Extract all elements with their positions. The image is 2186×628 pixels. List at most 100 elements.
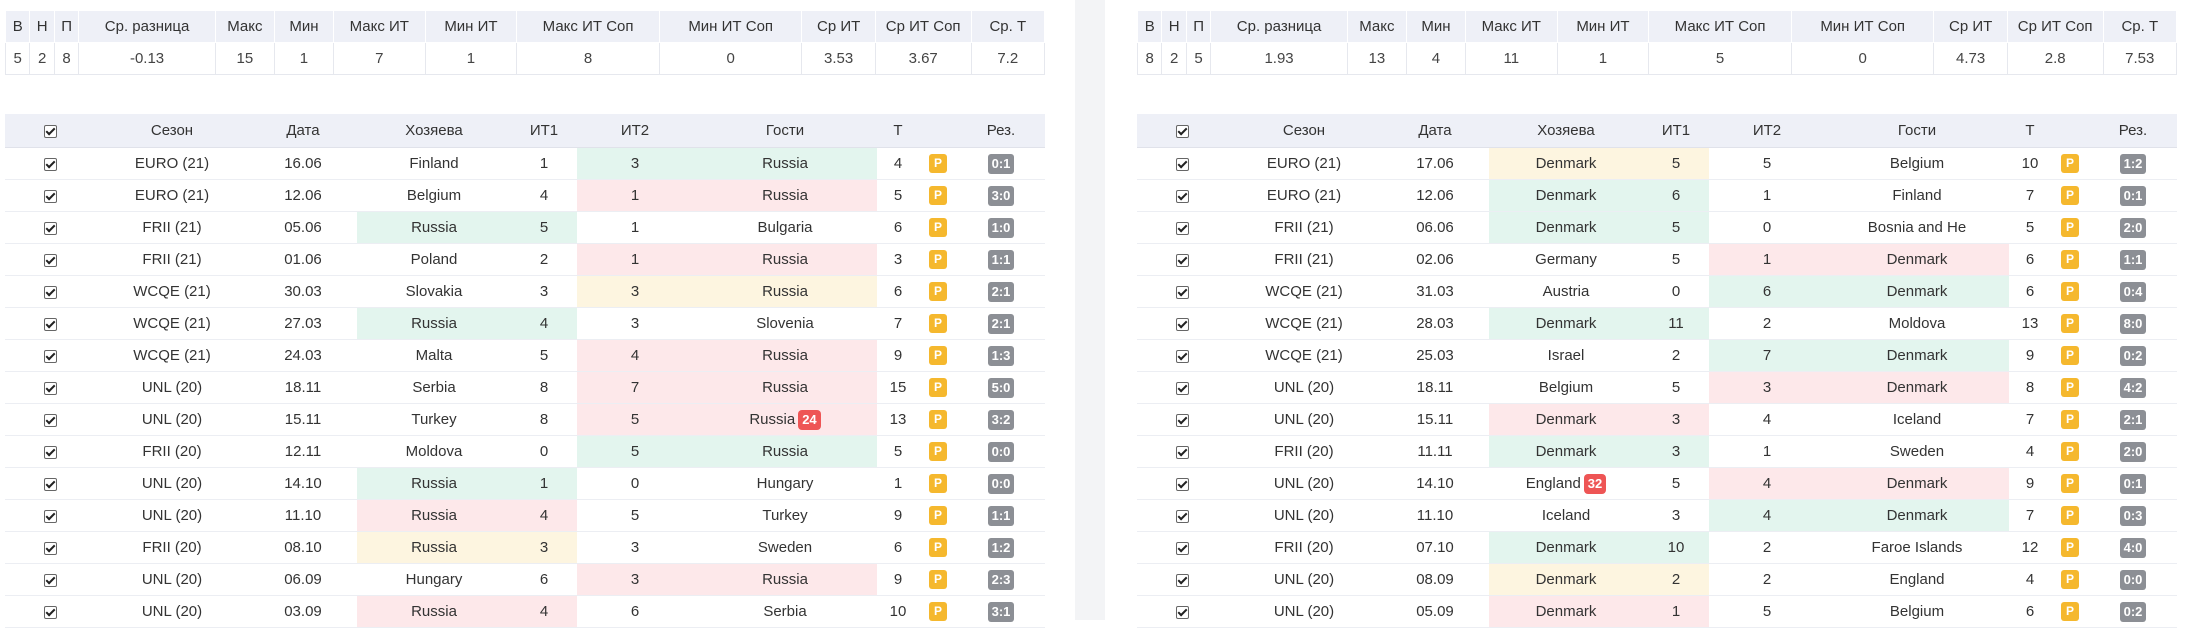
column-header-away[interactable]: Гости bbox=[693, 114, 877, 148]
row-checkbox[interactable] bbox=[1175, 221, 1189, 235]
row-checkbox[interactable] bbox=[43, 221, 57, 235]
row-checkbox[interactable] bbox=[1175, 573, 1189, 587]
p-badge[interactable]: P bbox=[2061, 346, 2079, 365]
row-select-cell[interactable] bbox=[5, 435, 95, 468]
summary-header[interactable]: П bbox=[1185, 10, 1212, 43]
summary-header[interactable]: Ср. разница bbox=[1210, 10, 1348, 43]
row-checkbox[interactable] bbox=[43, 189, 57, 203]
table-row[interactable]: EURO (21) 12.06 Belgium 4 1 Russia 5 P 3:0 bbox=[5, 179, 1045, 212]
summary-header[interactable]: Макс ИТ Соп bbox=[1648, 10, 1792, 43]
row-select-cell[interactable] bbox=[1137, 499, 1227, 532]
column-header-season[interactable]: Сезон bbox=[1227, 114, 1381, 148]
table-row[interactable]: UNL (20) 18.11 Serbia 8 7 Russia 15 P 5:0 bbox=[5, 371, 1045, 404]
p-badge[interactable]: P bbox=[929, 154, 947, 173]
p-badge[interactable]: P bbox=[2061, 154, 2079, 173]
row-checkbox[interactable] bbox=[1175, 381, 1189, 395]
p-badge[interactable]: P bbox=[929, 314, 947, 333]
column-header-season[interactable]: Сезон bbox=[95, 114, 249, 148]
table-row[interactable]: WCQE (21) 24.03 Malta 5 4 Russia 9 P 1:3 bbox=[5, 339, 1045, 372]
row-checkbox[interactable] bbox=[43, 349, 57, 363]
summary-header[interactable]: Ср. Т bbox=[2102, 10, 2178, 43]
p-badge[interactable]: P bbox=[2061, 506, 2079, 525]
row-select-cell[interactable] bbox=[5, 499, 95, 532]
row-checkbox[interactable] bbox=[1175, 317, 1189, 331]
table-row[interactable]: WCQE (21) 28.03 Denmark 11 2 Moldova 13 P 8:0 bbox=[1137, 307, 2177, 340]
p-badge[interactable]: P bbox=[2061, 538, 2079, 557]
p-badge[interactable]: P bbox=[2061, 474, 2079, 493]
column-header-it2[interactable]: ИТ2 bbox=[577, 114, 693, 148]
p-badge[interactable]: P bbox=[929, 186, 947, 205]
row-select-cell[interactable] bbox=[5, 339, 95, 372]
row-select-cell[interactable] bbox=[5, 563, 95, 596]
row-checkbox[interactable] bbox=[43, 573, 57, 587]
row-select-cell[interactable] bbox=[1137, 403, 1227, 436]
select-all-checkbox[interactable] bbox=[43, 124, 57, 138]
summary-header[interactable]: В bbox=[1136, 10, 1163, 43]
p-badge[interactable]: P bbox=[929, 346, 947, 365]
row-select-cell[interactable] bbox=[5, 147, 95, 180]
p-badge[interactable]: P bbox=[2061, 282, 2079, 301]
row-select-cell[interactable] bbox=[1137, 147, 1227, 180]
table-row[interactable]: UNL (20) 15.11 Turkey 8 5 Russia 24 13 P 3:2 bbox=[5, 403, 1045, 436]
column-header-away[interactable]: Гости bbox=[1825, 114, 2009, 148]
column-header-it1[interactable]: ИТ1 bbox=[511, 114, 577, 148]
row-select-cell[interactable] bbox=[5, 467, 95, 500]
summary-header[interactable]: Макс bbox=[1346, 10, 1407, 43]
table-row[interactable]: FRII (20) 07.10 Denmark 10 2 Faroe Islands 12 P… bbox=[1137, 531, 2177, 564]
row-select-cell[interactable] bbox=[5, 243, 95, 276]
row-select-cell[interactable] bbox=[1137, 307, 1227, 340]
p-badge[interactable]: P bbox=[929, 378, 947, 397]
table-row[interactable]: FRII (21) 02.06 Germany 5 1 Denmark 6 P 1:1 bbox=[1137, 243, 2177, 276]
table-row[interactable]: UNL (20) 05.09 Denmark 1 5 Belgium 6 P 0:2 bbox=[1137, 595, 2177, 628]
row-checkbox[interactable] bbox=[1175, 413, 1189, 427]
row-select-cell[interactable] bbox=[1137, 595, 1227, 628]
summary-header[interactable]: Макс ИТ bbox=[1464, 10, 1558, 43]
row-checkbox[interactable] bbox=[1175, 189, 1189, 203]
table-row[interactable]: UNL (20) 18.11 Belgium 5 3 Denmark 8 P 4:2 bbox=[1137, 371, 2177, 404]
select-all-header[interactable] bbox=[5, 114, 95, 148]
row-select-cell[interactable] bbox=[1137, 467, 1227, 500]
table-row[interactable]: WCQE (21) 25.03 Israel 2 7 Denmark 9 P 0:2 bbox=[1137, 339, 2177, 372]
p-badge[interactable]: P bbox=[929, 474, 947, 493]
table-row[interactable]: FRII (20) 12.11 Moldova 0 5 Russia 5 P 0:0 bbox=[5, 435, 1045, 468]
summary-header[interactable]: В bbox=[4, 10, 31, 43]
column-header-it2[interactable]: ИТ2 bbox=[1709, 114, 1825, 148]
column-header-p[interactable] bbox=[919, 114, 957, 148]
table-row[interactable]: UNL (20) 08.09 Denmark 2 2 England 4 P 0:0 bbox=[1137, 563, 2177, 596]
row-select-cell[interactable] bbox=[5, 179, 95, 212]
table-row[interactable]: UNL (20) 15.11 Denmark 3 4 Iceland 7 P 2:1 bbox=[1137, 403, 2177, 436]
table-row[interactable]: FRII (20) 11.11 Denmark 3 1 Sweden 4 P 2:0 bbox=[1137, 435, 2177, 468]
p-badge[interactable]: P bbox=[929, 538, 947, 557]
table-row[interactable]: EURO (21) 12.06 Denmark 6 1 Finland 7 P 0:1 bbox=[1137, 179, 2177, 212]
column-header-it1[interactable]: ИТ1 bbox=[1643, 114, 1709, 148]
row-select-cell[interactable] bbox=[5, 595, 95, 628]
row-select-cell[interactable] bbox=[1137, 435, 1227, 468]
row-select-cell[interactable] bbox=[5, 403, 95, 436]
row-checkbox[interactable] bbox=[43, 381, 57, 395]
summary-header[interactable]: П bbox=[53, 10, 80, 43]
row-checkbox[interactable] bbox=[43, 285, 57, 299]
column-header-t[interactable]: Т bbox=[2009, 114, 2051, 148]
row-checkbox[interactable] bbox=[1175, 605, 1189, 619]
table-row[interactable]: WCQE (21) 30.03 Slovakia 3 3 Russia 6 P 2:1 bbox=[5, 275, 1045, 308]
row-checkbox[interactable] bbox=[43, 477, 57, 491]
summary-header[interactable]: Мин ИТ Соп bbox=[658, 10, 803, 43]
row-checkbox[interactable] bbox=[43, 509, 57, 523]
p-badge[interactable]: P bbox=[2061, 410, 2079, 429]
p-badge[interactable]: P bbox=[2061, 378, 2079, 397]
summary-header[interactable]: Ср ИТ bbox=[801, 10, 876, 43]
table-row[interactable]: FRII (21) 05.06 Russia 5 1 Bulgaria 6 P 1:0 bbox=[5, 211, 1045, 244]
table-row[interactable]: UNL (20) 03.09 Russia 4 6 Serbia 10 P 3:1 bbox=[5, 595, 1045, 628]
p-badge[interactable]: P bbox=[929, 410, 947, 429]
summary-header[interactable]: Макс ИТ bbox=[332, 10, 426, 43]
summary-header[interactable]: Мин bbox=[273, 10, 334, 43]
p-badge[interactable]: P bbox=[2061, 570, 2079, 589]
table-row[interactable]: UNL (20) 06.09 Hungary 6 3 Russia 9 P 2:3 bbox=[5, 563, 1045, 596]
summary-header[interactable]: Макс ИТ Соп bbox=[516, 10, 660, 43]
row-checkbox[interactable] bbox=[43, 413, 57, 427]
row-select-cell[interactable] bbox=[5, 371, 95, 404]
row-checkbox[interactable] bbox=[1175, 253, 1189, 267]
summary-header[interactable]: Макс bbox=[214, 10, 275, 43]
column-header-res[interactable]: Рез. bbox=[2089, 114, 2177, 148]
summary-header[interactable]: Н bbox=[29, 10, 55, 43]
